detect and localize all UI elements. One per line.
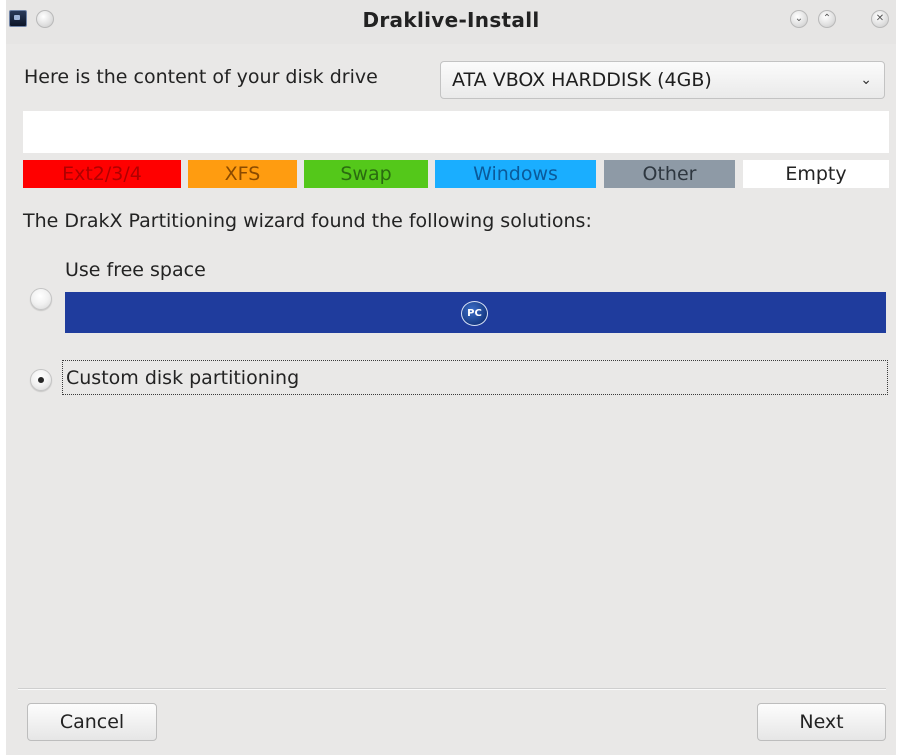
close-icon: ✕	[875, 13, 885, 24]
legend-empty: Empty	[743, 160, 889, 188]
pc-logo-icon: PC	[461, 301, 488, 326]
button-separator	[18, 688, 886, 690]
disk-usage-bar	[23, 111, 889, 153]
chevron-down-icon: ⌄	[860, 72, 872, 88]
legend-xfs: XFS	[188, 160, 297, 188]
custom-partitioning-label[interactable]: Custom disk partitioning	[66, 367, 299, 389]
disk-drive-selected-value: ATA VBOX HARDDISK (4GB)	[452, 69, 712, 91]
use-free-space-radio[interactable]	[30, 288, 52, 310]
disk-drive-select[interactable]: ATA VBOX HARDDISK (4GB) ⌄	[440, 61, 885, 99]
title-bar: Draklive-Install ⌄ ⌃ ✕	[6, 0, 896, 44]
window-title: Draklive-Install	[362, 8, 540, 32]
chevron-down-icon: ⌄	[794, 13, 804, 24]
maximize-button[interactable]: ⌃	[818, 10, 836, 28]
chevron-up-icon: ⌃	[822, 13, 832, 24]
legend-ext: Ext2/3/4	[23, 160, 181, 188]
custom-partitioning-radio[interactable]	[30, 369, 52, 391]
minimize-button[interactable]: ⌄	[790, 10, 808, 28]
cancel-button[interactable]: Cancel	[27, 703, 157, 741]
close-button[interactable]: ✕	[871, 10, 889, 28]
next-button[interactable]: Next	[757, 703, 886, 741]
installer-window: Draklive-Install ⌄ ⌃ ✕ Here is the conte…	[6, 0, 896, 755]
disk-drive-label: Here is the content of your disk drive	[24, 66, 378, 88]
legend-swap: Swap	[304, 160, 428, 188]
legend-other: Other	[604, 160, 735, 188]
solutions-heading: The DrakX Partitioning wizard found the …	[23, 210, 592, 232]
use-free-space-label[interactable]: Use free space	[65, 259, 206, 281]
legend-windows: Windows	[435, 160, 596, 188]
